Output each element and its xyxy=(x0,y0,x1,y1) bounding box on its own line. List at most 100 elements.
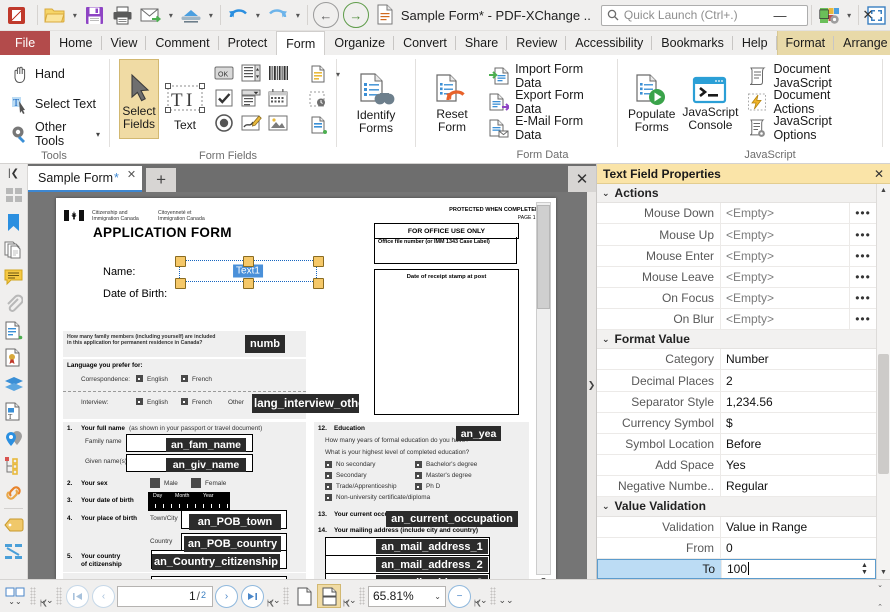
button-field-icon[interactable]: OK xyxy=(211,61,237,85)
status-scroll-arrows[interactable]: ⌄⌃ xyxy=(873,581,887,611)
chevron-down-icon[interactable]: ▾ xyxy=(96,130,100,139)
print-icon[interactable] xyxy=(109,2,137,28)
continuous-page-view-button[interactable] xyxy=(317,584,341,608)
field-value-years-education[interactable]: an_yea xyxy=(456,426,501,441)
bookmarks-icon[interactable] xyxy=(1,209,26,236)
more-options-button[interactable]: ••• xyxy=(849,246,876,266)
tab-share[interactable]: Share xyxy=(456,31,507,55)
content-icon[interactable]: T xyxy=(1,398,26,425)
populate-forms-button[interactable]: Populate Forms xyxy=(625,59,678,146)
maximize-button[interactable]: ☐ xyxy=(802,0,846,30)
document-javascript-button[interactable]: Document JavaScript xyxy=(742,63,879,89)
field-value-pob-town[interactable]: an_POB_town xyxy=(189,514,281,530)
export-form-data-button[interactable]: Export Form Data xyxy=(483,89,614,115)
property-row-mouse-leave[interactable]: Mouse Leave <Empty> ••• xyxy=(597,267,876,288)
field-value-citizenship[interactable]: an_Country_citizenship xyxy=(152,554,280,570)
toolbar-grip[interactable] xyxy=(359,587,365,605)
collapse-panes-icon[interactable]: |❮ xyxy=(1,164,26,182)
resize-handle-tr[interactable] xyxy=(313,256,324,267)
field-value-lang-other[interactable]: lang_interview_other xyxy=(252,394,359,413)
scan-icon[interactable] xyxy=(177,2,205,28)
new-tab-button[interactable]: + xyxy=(146,168,176,192)
other-tools-button[interactable]: Other Tools ▾ xyxy=(5,119,106,149)
scrollbar-thumb[interactable] xyxy=(537,205,550,309)
tab-protect[interactable]: Protect xyxy=(219,31,277,55)
signature-field-icon[interactable] xyxy=(238,111,264,135)
stamps-icon[interactable] xyxy=(1,511,26,538)
scroll-up-icon[interactable]: ▲ xyxy=(877,184,890,197)
property-row-mouse-up[interactable]: Mouse Up <Empty> ••• xyxy=(597,224,876,245)
forward-button[interactable]: → xyxy=(343,2,369,28)
toolbar-grip[interactable] xyxy=(283,587,289,605)
property-row-on-focus[interactable]: On Focus <Empty> ••• xyxy=(597,288,876,309)
tab-file[interactable]: File xyxy=(0,31,50,55)
field-value-mail-address-1[interactable]: an_mail_address_1 xyxy=(376,539,488,554)
field-value-current-occupation[interactable]: an_current_occupation xyxy=(386,511,518,527)
tab-comment[interactable]: Comment xyxy=(146,31,218,55)
page-number-input[interactable]: 1 / 2 xyxy=(117,586,213,607)
date-field-icon[interactable] xyxy=(265,86,291,110)
property-value[interactable]: 2 xyxy=(720,370,876,390)
tab-help[interactable]: Help xyxy=(733,31,777,55)
property-value[interactable]: <Empty> xyxy=(720,224,849,244)
chevron-down-icon[interactable]: ⌄ xyxy=(434,592,441,601)
toolbar-grip[interactable] xyxy=(56,587,62,605)
checkbox-interview-french[interactable] xyxy=(181,398,188,405)
attachments-icon[interactable] xyxy=(1,290,26,317)
scroll-down-icon[interactable]: ▼ xyxy=(877,566,890,579)
close-icon[interactable]: ✕ xyxy=(127,166,136,181)
list-box-field-icon[interactable] xyxy=(238,61,264,85)
import-form-data-button[interactable]: Import Form Data xyxy=(483,63,614,89)
tab-convert[interactable]: Convert xyxy=(394,31,456,55)
undo-icon[interactable] xyxy=(224,2,252,28)
resize-handle-bc[interactable] xyxy=(243,278,254,289)
spinner-icon[interactable]: ▲▼ xyxy=(857,562,875,576)
property-row-currency-symbol[interactable]: Currency Symbol $ xyxy=(597,413,876,434)
layout-overflow-button[interactable]: ⌄⌄|❮ xyxy=(39,586,53,606)
more-options-button[interactable]: ••• xyxy=(849,288,876,308)
open-file-icon[interactable] xyxy=(41,2,69,28)
comments-icon[interactable] xyxy=(1,263,26,290)
zoom-out-button[interactable]: − xyxy=(448,585,471,608)
property-row-symbol-location[interactable]: Symbol Location Before xyxy=(597,434,876,455)
section-format-value[interactable]: ⌄ Format Value xyxy=(597,330,876,349)
pdf-page[interactable]: Citizenship and Immigration Canada Citoy… xyxy=(56,198,556,579)
back-button[interactable]: ← xyxy=(313,2,339,28)
scrollbar-thumb[interactable] xyxy=(878,354,889,474)
toolbar-grip[interactable] xyxy=(30,587,36,605)
thumbnails-icon[interactable] xyxy=(1,182,26,209)
image-field-icon[interactable] xyxy=(265,111,291,135)
signatures-icon[interactable] xyxy=(1,344,26,371)
field-order-icon[interactable] xyxy=(1,452,26,479)
resize-handle-tc[interactable] xyxy=(243,256,254,267)
property-value[interactable]: $ xyxy=(720,413,876,433)
javascript-options-button[interactable]: JavaScript Options xyxy=(742,115,879,141)
chevron-down-icon[interactable]: ▾ xyxy=(69,2,81,28)
pages-icon[interactable] xyxy=(1,236,26,263)
tab-home[interactable]: Home xyxy=(50,31,101,55)
properties-scrollbar[interactable]: ▲ ▼ xyxy=(876,184,890,579)
tab-bookmarks[interactable]: Bookmarks xyxy=(652,31,733,55)
chevron-down-icon[interactable]: ▾ xyxy=(165,2,177,28)
checkbox-bachelors[interactable] xyxy=(415,461,422,468)
property-value[interactable]: Before xyxy=(720,434,876,454)
fields-icon[interactable] xyxy=(1,317,26,344)
checkbox-secondary[interactable] xyxy=(325,472,332,479)
property-value[interactable]: <Empty> xyxy=(720,309,849,329)
chevron-down-icon[interactable]: ▾ xyxy=(205,2,217,28)
radio-button-field-icon[interactable] xyxy=(211,111,237,135)
property-row-validation[interactable]: Validation Value in Range xyxy=(597,517,876,538)
redo-icon[interactable] xyxy=(264,2,292,28)
resize-handle-br[interactable] xyxy=(313,278,324,289)
property-row-decimal-places[interactable]: Decimal Places 2 xyxy=(597,370,876,391)
select-text-tool-button[interactable]: T Select Text xyxy=(5,89,102,119)
field-value-fam-name[interactable]: an_fam_name xyxy=(166,438,246,452)
minimize-button[interactable]: — xyxy=(758,0,802,30)
tab-format[interactable]: Format xyxy=(777,31,835,55)
form-field-styles-icon[interactable] xyxy=(305,62,331,86)
checkbox-sex-female[interactable] xyxy=(191,478,201,488)
property-row-negative-numbers[interactable]: Negative Numbe.. Regular xyxy=(597,476,876,497)
property-value[interactable]: Yes xyxy=(720,455,876,475)
tab-arrange[interactable]: Arrange xyxy=(834,31,890,55)
checkbox-interview-english[interactable] xyxy=(136,398,143,405)
